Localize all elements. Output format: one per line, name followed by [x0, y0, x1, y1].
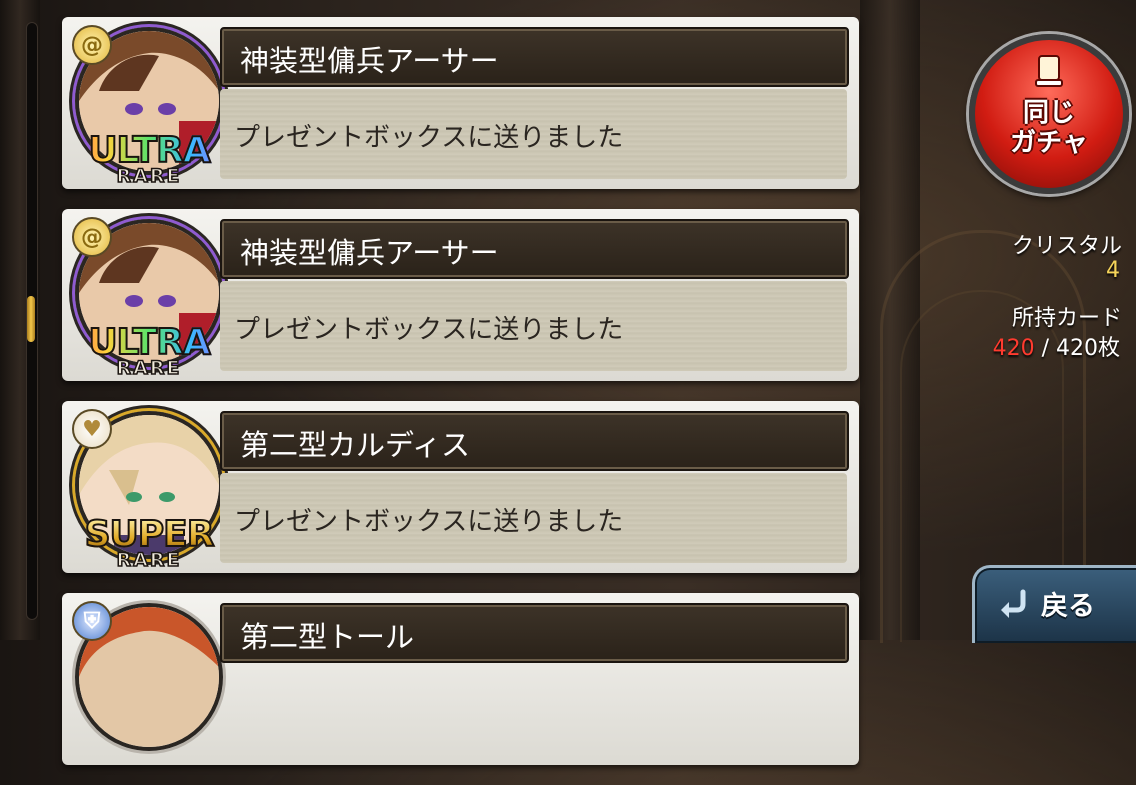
card-message: プレゼントボックスに送りました: [234, 315, 624, 345]
rarity-main-text: ULTRA: [64, 324, 234, 362]
gacha-result-list: @ ULTRA RARE 神装型傭兵アーサー プレゼントボックスに送りました @…: [62, 17, 859, 785]
owned-cards-value: 420 / 420枚: [993, 330, 1120, 362]
swirl-icon: @: [72, 25, 112, 65]
crystal-value: 4: [1106, 258, 1120, 283]
card-message: プレゼントボックスに送りました: [234, 123, 624, 153]
crystal-label: クリスタル: [1011, 234, 1122, 259]
heart-crown-icon: ♥: [72, 409, 112, 449]
card-message-box: プレゼントボックスに送りました: [220, 473, 847, 563]
gacha-machine-icon: [1035, 55, 1063, 87]
same-gacha-label: 同じ ガチャ: [1010, 98, 1088, 158]
card-name: 第二型カルディス: [240, 428, 470, 462]
swirl-icon: @: [72, 217, 112, 257]
scrollbar-thumb[interactable]: [27, 296, 35, 342]
card-name-bar: 神装型傭兵アーサー: [220, 219, 849, 279]
back-label: 戻る: [1041, 591, 1095, 622]
owned-cards-current: 420: [992, 336, 1035, 361]
result-card[interactable]: @ ULTRA RARE 神装型傭兵アーサー プレゼントボックスに送りました: [62, 17, 859, 189]
back-button[interactable]: 戻る: [972, 565, 1136, 643]
rarity-main-text: ULTRA: [64, 132, 234, 170]
rarity-label: ULTRA RARE: [64, 132, 234, 187]
card-name-bar: 第二型カルディス: [220, 411, 849, 471]
result-card[interactable]: ⛨ 第二型トール: [62, 593, 859, 765]
owned-cards-label: 所持カード: [1011, 306, 1122, 331]
card-name: 神装型傭兵アーサー: [240, 236, 499, 270]
back-arrow-icon: [1001, 589, 1026, 618]
card-message-box: プレゼントボックスに送りました: [220, 281, 847, 371]
card-name-bar: 第二型トール: [220, 603, 849, 663]
rarity-label: SUPER RARE: [64, 516, 234, 571]
card-name: 神装型傭兵アーサー: [240, 44, 499, 78]
card-portrait[interactable]: ⛨: [70, 599, 223, 759]
same-gacha-button[interactable]: 同じ ガチャ: [969, 34, 1129, 194]
card-message-box: プレゼントボックスに送りました: [220, 89, 847, 179]
rarity-main-text: SUPER: [64, 516, 234, 554]
rarity-label: ULTRA RARE: [64, 324, 234, 379]
result-card[interactable]: @ ULTRA RARE 神装型傭兵アーサー プレゼントボックスに送りました: [62, 209, 859, 381]
card-portrait[interactable]: ♥ SUPER RARE: [70, 407, 223, 570]
card-message: プレゼントボックスに送りました: [234, 507, 624, 537]
result-card[interactable]: ♥ SUPER RARE 第二型カルディス プレゼントボックスに送りました: [62, 401, 859, 573]
card-portrait[interactable]: @ ULTRA RARE: [70, 215, 223, 378]
card-name-bar: 神装型傭兵アーサー: [220, 27, 849, 87]
card-name: 第二型トール: [240, 620, 415, 654]
owned-cards-max: 420枚: [1056, 336, 1120, 361]
shield-icon: ⛨: [72, 601, 112, 641]
owned-cards-separator: /: [1034, 336, 1056, 361]
card-portrait[interactable]: @ ULTRA RARE: [70, 23, 223, 186]
